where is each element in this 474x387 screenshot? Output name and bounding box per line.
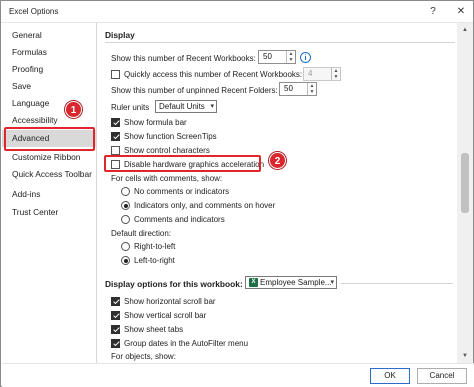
chevron-down-icon: ▾ [330, 279, 334, 286]
direction-option-rtl: Right-to-left [134, 242, 176, 251]
objects-heading: For objects, show: [111, 352, 176, 361]
unpinned-folders-label: Show this number of unpinned Recent Fold… [111, 86, 278, 95]
sidebar-item-save[interactable]: Save [2, 78, 96, 95]
spin-arrows-icon[interactable]: ▲ ▼ [307, 83, 316, 95]
window-title: Excel Options [9, 7, 59, 16]
h-scroll-checkbox[interactable] [111, 297, 120, 306]
ruler-units-dropdown[interactable]: Default Units ▾ [155, 100, 217, 113]
direction-radio-ltr[interactable] [121, 256, 130, 265]
hw-accel-highlight-box [104, 155, 261, 172]
comments-heading: For cells with comments, show: [111, 174, 223, 183]
dialog-footer: OK Cancel [2, 363, 474, 387]
excel-workbook-icon: X [249, 278, 258, 287]
sidebar-item-proofing[interactable]: Proofing [2, 61, 96, 78]
close-icon[interactable]: ✕ [451, 3, 471, 20]
unpinned-folders-value: 50 [284, 84, 293, 93]
direction-radio-rtl[interactable] [121, 242, 130, 251]
v-scroll-label: Show vertical scroll bar [124, 311, 207, 320]
sidebar-item-general[interactable]: General [2, 27, 96, 44]
quick-access-input[interactable]: 4 ▲ ▼ [303, 67, 341, 81]
title-bar: Excel Options ? ✕ [1, 1, 473, 23]
sidebar-item-formulas[interactable]: Formulas [2, 44, 96, 61]
comments-radio-none[interactable] [121, 187, 130, 196]
group-dates-label: Group dates in the AutoFilter menu [124, 339, 249, 348]
function-screentips-checkbox[interactable] [111, 132, 120, 141]
cancel-button[interactable]: Cancel [417, 368, 467, 384]
group-dates-checkbox[interactable] [111, 339, 120, 348]
workbook-section-heading: Display options for this workbook: [105, 279, 243, 289]
workbook-selector-dropdown[interactable]: X Employee Sample... ▾ [245, 276, 337, 289]
recent-workbooks-value: 50 [263, 52, 272, 61]
sidebar-item-customize-ribbon[interactable]: Customize Ribbon [2, 149, 96, 166]
comments-option-indicators: Indicators only, and comments on hover [134, 201, 276, 210]
advanced-options-panel: Display Show this number of Recent Workb… [97, 23, 457, 363]
excel-options-window: Excel Options ? ✕ General Formulas Proof… [0, 0, 474, 387]
vertical-scrollbar[interactable]: ▲ ▼ [457, 23, 473, 363]
recent-workbooks-input[interactable]: 50 ▲ ▼ [258, 50, 296, 64]
comments-radio-indicators[interactable] [121, 201, 130, 210]
ok-button[interactable]: OK [370, 368, 410, 384]
display-section-heading: Display [105, 30, 135, 40]
v-scroll-checkbox[interactable] [111, 311, 120, 320]
control-characters-checkbox[interactable] [111, 146, 120, 155]
h-scroll-label: Show horizontal scroll bar [124, 297, 216, 306]
unpinned-folders-input[interactable]: 50 ▲ ▼ [279, 82, 317, 96]
comments-radio-both[interactable] [121, 215, 130, 224]
scroll-up-icon[interactable]: ▲ [457, 23, 473, 37]
sidebar-nav: General Formulas Proofing Save Language … [2, 23, 97, 373]
advanced-highlight-box [4, 127, 95, 151]
spin-arrows-icon[interactable]: ▲ ▼ [331, 68, 340, 80]
comments-option-none: No comments or indicators [134, 187, 230, 196]
help-icon[interactable]: ? [423, 3, 443, 20]
direction-option-ltr: Left-to-right [134, 256, 175, 265]
direction-heading: Default direction: [111, 229, 172, 238]
callout-badge-1: 1 [65, 101, 82, 118]
quick-access-label: Quickly access this number of Recent Wor… [124, 70, 303, 79]
scrollbar-thumb[interactable] [461, 153, 469, 213]
ruler-units-value: Default Units [159, 102, 205, 111]
sheet-tabs-checkbox[interactable] [111, 325, 120, 334]
callout-badge-2: 2 [269, 152, 286, 169]
sidebar-item-add-ins[interactable]: Add-ins [2, 186, 96, 203]
info-icon[interactable]: i [300, 52, 311, 63]
sheet-tabs-label: Show sheet tabs [124, 325, 184, 334]
formula-bar-label: Show formula bar [124, 118, 187, 127]
function-screentips-label: Show function ScreenTips [124, 132, 217, 141]
spin-arrows-icon[interactable]: ▲ ▼ [286, 51, 295, 63]
sidebar-item-trust-center[interactable]: Trust Center [2, 204, 96, 221]
control-characters-label: Show control characters [124, 146, 210, 155]
recent-workbooks-label: Show this number of Recent Workbooks: [111, 54, 256, 63]
ruler-units-label: Ruler units [111, 103, 150, 112]
section-divider [105, 42, 455, 43]
sidebar-item-quick-access-toolbar[interactable]: Quick Access Toolbar [2, 166, 96, 183]
section-divider [341, 283, 453, 284]
quick-access-checkbox[interactable] [111, 70, 120, 79]
chevron-down-icon: ▾ [210, 103, 214, 110]
quick-access-value: 4 [308, 69, 313, 78]
scroll-down-icon[interactable]: ▼ [457, 349, 473, 363]
comments-option-both: Comments and indicators [134, 215, 225, 224]
formula-bar-checkbox[interactable] [111, 118, 120, 127]
workbook-selector-value: Employee Sample... [260, 278, 332, 287]
